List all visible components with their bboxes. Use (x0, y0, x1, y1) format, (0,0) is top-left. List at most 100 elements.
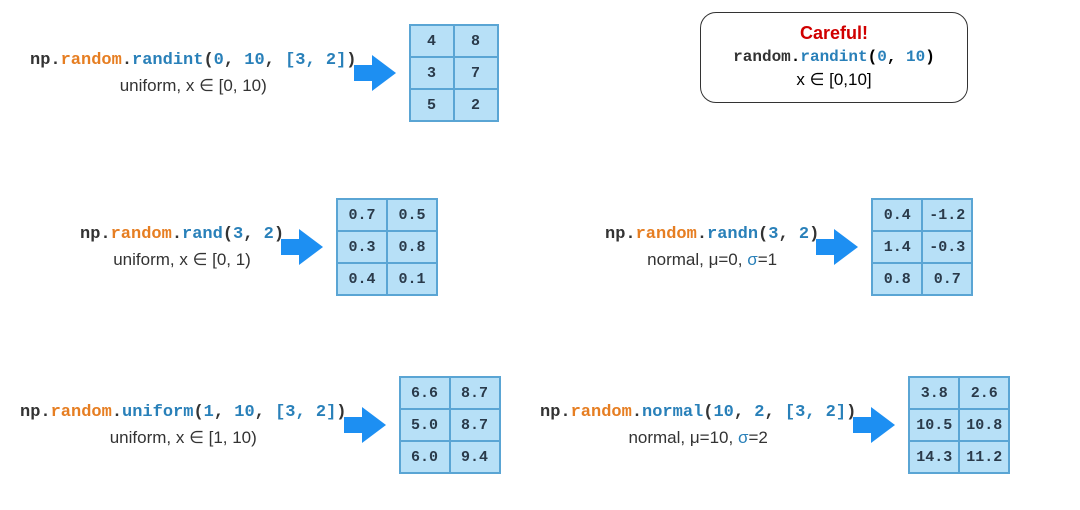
grid-cell: 0.7 (337, 199, 387, 231)
fn-randint: randint (800, 48, 867, 66)
panel-normal: np.random.normal(10, 2, [3, 2]) normal, … (540, 376, 1010, 474)
desc-text: normal, μ=0, (647, 250, 747, 269)
grid-cell: 14.3 (909, 441, 959, 473)
dot: . (122, 51, 132, 70)
arg: 0 (214, 51, 224, 70)
comma: , (734, 403, 754, 422)
random-kw: random (111, 225, 172, 244)
rand-desc: uniform, x ∈ [0, 1) (80, 250, 284, 270)
panel-randint: np.random.randint(0, 10, [3, 2]) uniform… (30, 24, 499, 122)
grid-cell: 0.8 (387, 231, 437, 263)
randint-text: np.random.randint(0, 10, [3, 2]) uniform… (30, 51, 357, 96)
desc-text: uniform, x (113, 250, 192, 269)
dot: . (112, 403, 122, 422)
panel-randn: np.random.randn(3, 2) normal, μ=0, σ=1 0… (605, 198, 973, 296)
comma: , (224, 51, 244, 70)
grid-cell: 5.0 (400, 409, 450, 441)
open-paren: ( (223, 225, 233, 244)
desc-text: normal, μ=10, (628, 428, 738, 447)
grid-cell: -0.3 (922, 231, 972, 263)
careful-code: random.randint(0, 10) (715, 48, 953, 66)
fn-uniform: uniform (122, 403, 193, 422)
randn-text: np.random.randn(3, 2) normal, μ=0, σ=1 (605, 225, 819, 270)
normal-grid: 3.8 2.6 10.5 10.8 14.3 11.2 (908, 376, 1010, 474)
np-prefix: np. (80, 225, 111, 244)
grid-cell: 1.4 (872, 231, 922, 263)
arg: 2 (799, 225, 809, 244)
arg: 2 (264, 225, 274, 244)
comma: , (243, 225, 263, 244)
comma: , (214, 403, 234, 422)
arg: [3, 2] (785, 403, 846, 422)
comma: , (764, 403, 784, 422)
random-kw: random (571, 403, 632, 422)
grid-cell: 3 (410, 57, 454, 89)
fn-randn: randn (707, 225, 758, 244)
range-val: [0,10] (824, 70, 871, 89)
dot: . (172, 225, 182, 244)
grid-cell: 0.5 (387, 199, 437, 231)
normal-desc: normal, μ=10, σ=2 (540, 428, 856, 448)
comma: , (255, 403, 275, 422)
open-paren: ( (868, 48, 878, 66)
sigma-val: =1 (758, 250, 777, 269)
grid-cell: 8.7 (450, 377, 500, 409)
grid-cell: 0.7 (922, 263, 972, 295)
sigma-val: =2 (748, 428, 767, 447)
close-paren: ) (925, 48, 935, 66)
open-paren: ( (703, 403, 713, 422)
random-kw: random (51, 403, 112, 422)
normal-code: np.random.normal(10, 2, [3, 2]) (540, 403, 856, 422)
arg: 0 (877, 48, 887, 66)
uniform-grid: 6.6 8.7 5.0 8.7 6.0 9.4 (399, 376, 501, 474)
uniform-code: np.random.uniform(1, 10, [3, 2]) (20, 403, 347, 422)
fn-rand: rand (182, 225, 223, 244)
grid-cell: 6.0 (400, 441, 450, 473)
grid-cell: 5 (410, 89, 454, 121)
arg: 3 (768, 225, 778, 244)
grid-cell: 3.8 (909, 377, 959, 409)
random-kw: random (733, 48, 791, 66)
sigma: σ (738, 428, 749, 447)
randint-grid: 4 8 3 7 5 2 (409, 24, 499, 122)
randn-code: np.random.randn(3, 2) (605, 225, 819, 244)
dot: . (697, 225, 707, 244)
dot: . (632, 403, 642, 422)
uniform-text: np.random.uniform(1, 10, [3, 2]) uniform… (20, 403, 347, 448)
element-of: ∈ (193, 250, 208, 269)
desc-text: uniform, x (110, 428, 189, 447)
grid-cell: 10.5 (909, 409, 959, 441)
arg: 10 (713, 403, 733, 422)
grid-cell: 11.2 (959, 441, 1009, 473)
grid-cell: 2 (454, 89, 498, 121)
grid-cell: 0.4 (337, 263, 387, 295)
panel-uniform: np.random.uniform(1, 10, [3, 2]) uniform… (20, 376, 501, 474)
randint-code: np.random.randint(0, 10, [3, 2]) (30, 51, 357, 70)
arg: 10 (234, 403, 254, 422)
fn-normal: normal (642, 403, 703, 422)
careful-box: Careful! random.randint(0, 10) x ∈ [0,10… (700, 12, 968, 103)
arg: 1 (204, 403, 214, 422)
grid-cell: 8.7 (450, 409, 500, 441)
desc-text: uniform, x (120, 76, 199, 95)
element-of: ∈ (189, 428, 204, 447)
arg: 2 (754, 403, 764, 422)
randint-desc: uniform, x ∈ [0, 10) (30, 76, 357, 96)
fn-randint: randint (132, 51, 203, 70)
grid-cell: 7 (454, 57, 498, 89)
dot: . (791, 48, 801, 66)
rand-grid: 0.7 0.5 0.3 0.8 0.4 0.1 (336, 198, 438, 296)
grid-cell: 0.1 (387, 263, 437, 295)
open-paren: ( (758, 225, 768, 244)
careful-title: Careful! (715, 23, 953, 44)
grid-cell: 8 (454, 25, 498, 57)
arg: [3, 2] (285, 51, 346, 70)
grid-cell: 4 (410, 25, 454, 57)
careful-range: x ∈ [0,10] (715, 70, 953, 90)
randn-desc: normal, μ=0, σ=1 (605, 250, 819, 270)
rand-text: np.random.rand(3, 2) uniform, x ∈ [0, 1) (80, 225, 284, 270)
grid-cell: 0.3 (337, 231, 387, 263)
grid-cell: -1.2 (922, 199, 972, 231)
np-prefix: np. (540, 403, 571, 422)
arg: 3 (233, 225, 243, 244)
